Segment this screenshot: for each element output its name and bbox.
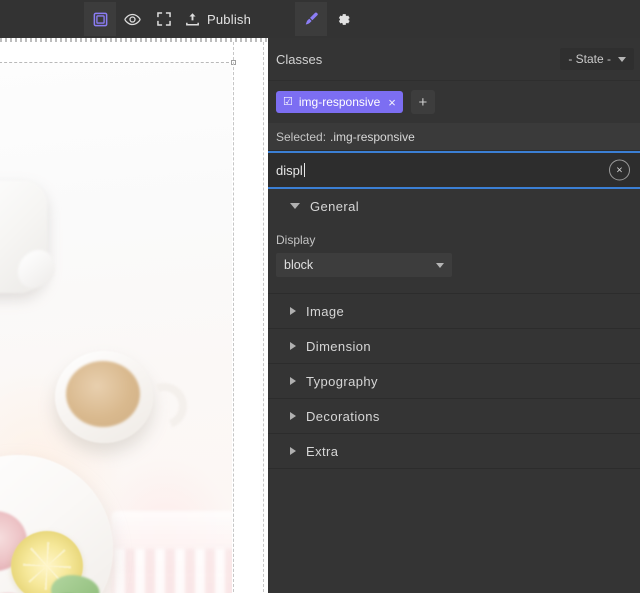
style-editor-window: Publish Classes - State - ☑ img-responsi… [0, 0, 640, 593]
chevron-down-icon [618, 56, 626, 62]
clear-search-icon[interactable]: × [609, 159, 630, 181]
publish-label: Publish [207, 11, 252, 27]
text-cursor [303, 163, 305, 177]
chevron-right-icon [290, 342, 296, 350]
sector-general-title: General [310, 198, 360, 214]
close-icon[interactable]: × [388, 96, 396, 109]
sector-image: Image [268, 294, 640, 329]
toolbar-left-group: Publish [84, 0, 259, 38]
sector-dimension-header[interactable]: Dimension [268, 329, 640, 363]
device-manager-icon[interactable] [84, 2, 116, 36]
checkbox-checked-icon[interactable]: ☑ [283, 96, 293, 108]
chevron-right-icon [290, 377, 296, 385]
selected-target-row: Selected: .img-responsive [268, 123, 640, 151]
chevron-down-icon [436, 262, 444, 268]
add-class-button[interactable]: + [410, 90, 435, 114]
state-dropdown[interactable]: - State - [560, 48, 634, 70]
sector-dimension: Dimension [268, 329, 640, 364]
settings-gear-icon[interactable] [327, 2, 359, 36]
class-tag-label: img-responsive [298, 95, 381, 109]
state-dropdown-label: - State - [568, 52, 611, 66]
display-field-label: Display [276, 233, 316, 247]
responsive-image-component[interactable] [0, 63, 232, 593]
sector-decorations-title: Decorations [306, 408, 380, 424]
sector-extra: Extra [268, 434, 640, 469]
chevron-down-icon [290, 203, 300, 209]
preview-eye-icon[interactable] [116, 2, 148, 36]
sector-extra-header[interactable]: Extra [268, 434, 640, 468]
sector-general-body: Display block [268, 223, 640, 293]
selector-manager-header: Classes - State - [268, 38, 640, 81]
search-input-value-wrap: displ [276, 163, 305, 178]
selected-value: .img-responsive [330, 129, 415, 144]
sector-decorations-header[interactable]: Decorations [268, 399, 640, 433]
canvas-body[interactable] [0, 42, 268, 593]
publish-button[interactable]: Publish [180, 2, 259, 36]
sector-general-header[interactable]: General [268, 189, 640, 223]
fullscreen-icon[interactable] [148, 2, 180, 36]
top-toolbar: Publish [0, 0, 640, 38]
sector-typography: Typography [268, 364, 640, 399]
sector-dimension-title: Dimension [306, 338, 372, 354]
chevron-right-icon [290, 307, 296, 315]
class-tag-list: ☑ img-responsive × + [268, 81, 640, 123]
classes-title: Classes [276, 51, 323, 67]
search-input[interactable]: displ [276, 163, 303, 178]
sector-image-title: Image [306, 303, 345, 319]
eye-glyph [123, 13, 141, 25]
sector-general: General Display block [268, 189, 640, 294]
chevron-right-icon [290, 412, 296, 420]
glass-stripes [115, 549, 232, 593]
style-search-field[interactable]: displ × [268, 151, 640, 189]
chevron-right-icon [290, 447, 296, 455]
toolbar-right-group [295, 0, 359, 38]
device-square-glyph [93, 12, 107, 26]
style-brush-icon[interactable] [295, 2, 328, 36]
paintbrush-glyph [305, 12, 318, 25]
class-tag-img-responsive[interactable]: ☑ img-responsive × [276, 91, 403, 113]
design-canvas[interactable] [0, 38, 268, 593]
sector-image-header[interactable]: Image [268, 294, 640, 328]
sector-typography-title: Typography [306, 373, 378, 389]
upload-icon [186, 12, 199, 26]
display-select[interactable]: block [276, 253, 452, 277]
fullscreen-brackets-glyph [157, 12, 171, 26]
coffee-liquid [66, 361, 140, 427]
layout-guide-right-outer [263, 42, 264, 593]
gear-glyph [338, 13, 350, 25]
style-manager-panel: Classes - State - ☑ img-responsive × + S… [268, 38, 640, 593]
layout-guide-right-inner [233, 42, 234, 593]
selected-prefix: Selected: [276, 129, 327, 144]
sector-extra-title: Extra [306, 443, 339, 459]
display-select-value: block [284, 258, 314, 272]
sector-typography-header[interactable]: Typography [268, 364, 640, 398]
sector-decorations: Decorations [268, 399, 640, 434]
